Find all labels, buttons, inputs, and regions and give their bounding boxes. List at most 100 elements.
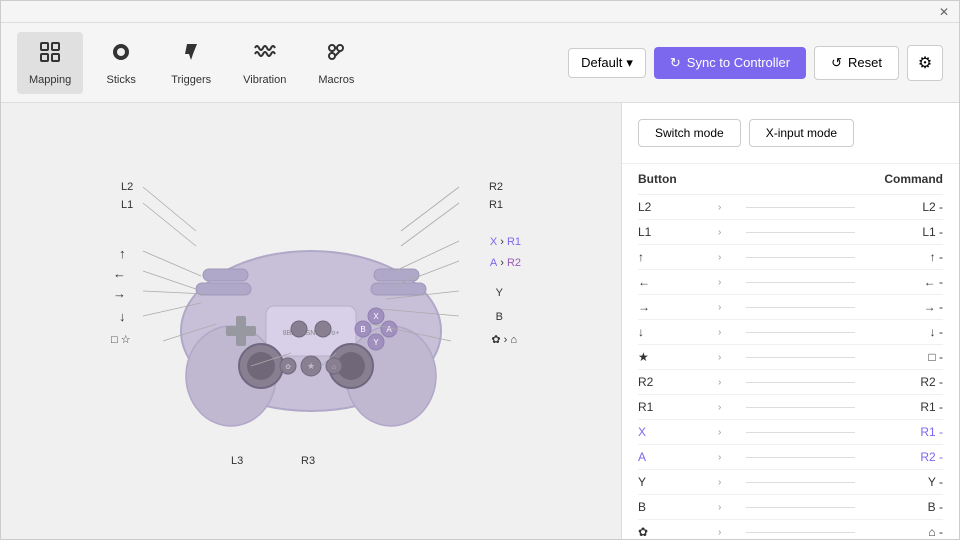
row-button-label: ★ — [638, 350, 718, 364]
reset-icon: ↺ — [831, 55, 842, 71]
preset-selector[interactable]: Default ▾ — [568, 48, 646, 78]
row-button-label: ↑ — [638, 250, 718, 264]
tab-macros-label: Macros — [318, 74, 354, 86]
row-separator — [746, 357, 855, 358]
tab-mapping[interactable]: Mapping — [17, 32, 83, 94]
row-arrow-icon: › — [718, 427, 738, 438]
row-separator — [746, 282, 855, 283]
row-command-label: ↓ - — [863, 325, 943, 339]
reset-button[interactable]: ↺ Reset — [814, 46, 899, 80]
row-arrow-icon: › — [718, 302, 738, 313]
macros-icon — [324, 40, 348, 70]
row-arrow-icon: › — [718, 277, 738, 288]
header-command: Command — [863, 172, 943, 186]
row-arrow-icon: › — [718, 477, 738, 488]
triggers-icon — [179, 40, 203, 70]
row-command-label: ← - — [863, 275, 943, 289]
row-command-label: R2 - — [863, 450, 943, 464]
row-command-label: ↑ - — [863, 250, 943, 264]
table-row[interactable]: Y›Y - — [638, 470, 943, 495]
row-separator — [746, 432, 855, 433]
label-right: → — [113, 286, 126, 301]
table-row[interactable]: ↑› ↑ - — [638, 245, 943, 270]
row-command-label: R1 - — [863, 400, 943, 414]
row-command-label: □ - — [863, 350, 943, 364]
tab-sticks-label: Sticks — [107, 74, 136, 86]
label-a-right: A › R2 — [490, 257, 521, 269]
tab-triggers[interactable]: Triggers — [159, 32, 223, 94]
label-home-right: ✿ › ⌂ — [491, 333, 517, 346]
table-row[interactable]: R2›R2 - — [638, 370, 943, 395]
table-row[interactable]: ★› □ - — [638, 345, 943, 370]
mode-buttons-container: Switch mode X-input mode — [622, 103, 959, 164]
label-left: ← — [113, 266, 126, 281]
row-arrow-icon: › — [718, 252, 738, 263]
label-b: B — [496, 311, 503, 323]
label-y: Y — [496, 287, 503, 299]
row-arrow-icon: › — [718, 377, 738, 388]
row-separator — [746, 507, 855, 508]
content: 8BitDo SN30 pro+ X A B Y — [1, 103, 959, 539]
table-row[interactable]: L2›L2 - — [638, 195, 943, 220]
row-button-label: L2 — [638, 200, 718, 214]
row-command-label: ⌂ - — [863, 525, 943, 539]
row-command-label: L1 - — [863, 225, 943, 239]
row-button-label: ✿ — [638, 525, 718, 539]
row-arrow-icon: › — [718, 402, 738, 413]
table-row[interactable]: ↓›↓ - — [638, 320, 943, 345]
settings-icon: ⚙ — [918, 53, 932, 73]
row-separator — [746, 257, 855, 258]
tab-sticks[interactable]: Sticks — [91, 32, 151, 94]
row-arrow-icon: › — [718, 327, 738, 338]
close-button[interactable]: ✕ — [937, 5, 951, 19]
row-arrow-icon: › — [718, 352, 738, 363]
tab-macros[interactable]: Macros — [306, 32, 366, 94]
table-row[interactable]: ←› ← - — [638, 270, 943, 295]
nav-tabs: Mapping Sticks Triggers — [17, 32, 568, 94]
reset-label: Reset — [848, 55, 882, 70]
table-row[interactable]: ✿› ⌂ - — [638, 520, 943, 539]
row-command-label: L2 - — [863, 200, 943, 214]
row-button-label: ← — [638, 275, 718, 289]
row-button-label: A — [638, 450, 718, 464]
tab-mapping-label: Mapping — [29, 74, 71, 86]
sync-label: Sync to Controller — [687, 55, 790, 70]
settings-button[interactable]: ⚙ — [907, 45, 943, 81]
table-row[interactable]: →› → - — [638, 295, 943, 320]
switch-mode-button[interactable]: Switch mode — [638, 119, 741, 147]
row-separator — [746, 332, 855, 333]
tab-vibration[interactable]: Vibration — [231, 32, 298, 94]
label-up: ↑ — [119, 246, 126, 261]
label-l1: L1 — [121, 199, 133, 211]
row-arrow-icon: › — [718, 452, 738, 463]
table-row[interactable]: A› R2 - — [638, 445, 943, 470]
preset-arrow: ▾ — [626, 55, 633, 71]
table-row[interactable]: L1›L1 - — [638, 220, 943, 245]
table-row[interactable]: X›R1 - — [638, 420, 943, 445]
table-row[interactable]: R1›R1 - — [638, 395, 943, 420]
label-r1: R1 — [489, 199, 503, 211]
row-command-label: Y - — [863, 475, 943, 489]
label-L2-left: L2 — [121, 181, 133, 193]
row-button-label: → — [638, 300, 718, 314]
tab-vibration-label: Vibration — [243, 74, 286, 86]
label-r2: R2 — [489, 181, 503, 193]
label-lines — [91, 161, 531, 481]
row-command-label: B - — [863, 500, 943, 514]
row-separator — [746, 207, 855, 208]
row-arrow-icon: › — [718, 527, 738, 538]
preset-label: Default — [581, 55, 622, 70]
row-arrow-icon: › — [718, 227, 738, 238]
label-x-right: X › R1 — [490, 236, 521, 248]
left-panel: 8BitDo SN30 pro+ X A B Y — [1, 103, 621, 539]
row-separator — [746, 482, 855, 483]
xinput-mode-button[interactable]: X-input mode — [749, 119, 854, 147]
label-l3: L3 — [231, 455, 243, 467]
sync-button[interactable]: ↻ Sync to Controller — [654, 47, 806, 79]
tab-triggers-label: Triggers — [171, 74, 211, 86]
row-command-label: → - — [863, 300, 943, 314]
table-row[interactable]: B›B - — [638, 495, 943, 520]
mapping-icon — [38, 40, 62, 70]
row-separator — [746, 407, 855, 408]
row-command-label: R2 - — [863, 375, 943, 389]
